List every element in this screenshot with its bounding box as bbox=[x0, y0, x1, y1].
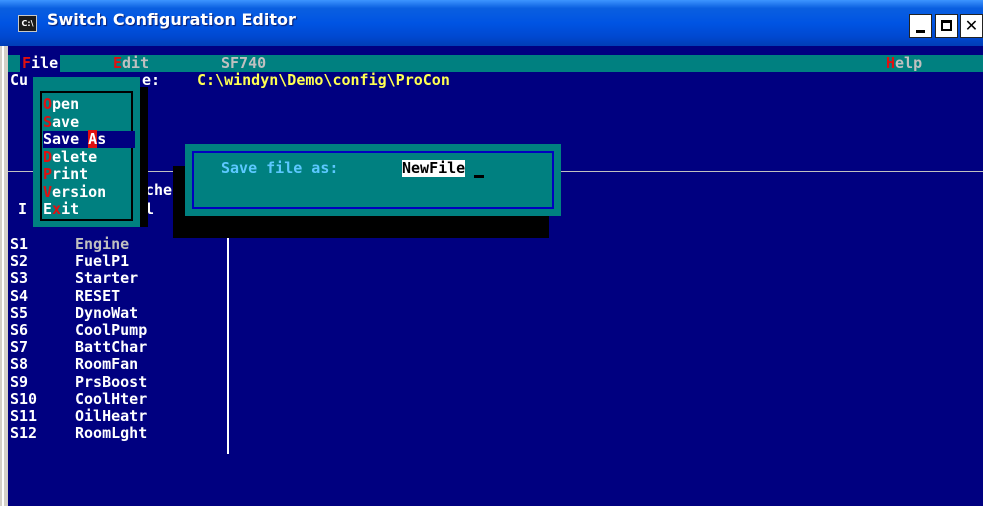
menu-file-label: ile bbox=[31, 54, 59, 72]
file-menu-item-hotkey: S bbox=[43, 112, 53, 131]
switch-id: S12 bbox=[10, 424, 38, 443]
switch-id: S4 bbox=[10, 286, 29, 305]
save-file-label: Save file as: bbox=[221, 159, 339, 177]
file-menu: Open Save Save As Delete Print Version Exit bbox=[33, 77, 140, 227]
console-screen[interactable]: File Edit SF740 Help Cu e: C:\windyn\Dem… bbox=[8, 46, 983, 506]
file-menu-item[interactable]: Save bbox=[43, 112, 135, 131]
switch-id: S9 bbox=[10, 372, 29, 391]
switch-id: S2 bbox=[10, 252, 29, 271]
console-app-icon[interactable]: C:\ bbox=[18, 15, 37, 32]
switch-name[interactable]: RoomFan bbox=[75, 356, 138, 373]
file-menu-item[interactable]: Save As bbox=[43, 130, 135, 148]
column-header-partial: che bbox=[145, 181, 173, 199]
file-menu-item-text: elete bbox=[52, 147, 98, 166]
switch-id: S11 bbox=[10, 407, 38, 425]
minimize-button[interactable] bbox=[909, 14, 932, 38]
file-menu-item-hotkey: P bbox=[43, 165, 53, 183]
switch-id: S3 bbox=[10, 269, 29, 288]
switch-name[interactable]: Starter bbox=[75, 270, 138, 287]
file-menu-item-text: Save bbox=[43, 130, 89, 148]
menu-file[interactable]: File bbox=[20, 54, 61, 72]
menu-bar: File Edit SF740 Help bbox=[8, 55, 983, 72]
file-menu-item-text: ave bbox=[52, 112, 80, 131]
switch-name[interactable]: DynoWat bbox=[75, 304, 138, 322]
file-menu-item[interactable]: Print bbox=[43, 166, 135, 183]
file-menu-item[interactable]: Exit bbox=[43, 201, 135, 218]
switch-id: S5 bbox=[10, 303, 29, 322]
switch-name[interactable]: CoolHter bbox=[75, 390, 147, 408]
switch-name[interactable]: Engine bbox=[75, 236, 129, 253]
save-as-dialog: Save file as: NewFile bbox=[185, 144, 561, 216]
file-menu-item-text: pen bbox=[52, 95, 80, 113]
switch-id: S8 bbox=[10, 355, 29, 374]
menu-file-hotkey: F bbox=[22, 54, 32, 72]
text-cursor bbox=[474, 175, 484, 178]
menu-edit[interactable]: Edit bbox=[113, 55, 149, 72]
file-menu-item-hotkey: V bbox=[43, 182, 53, 201]
switch-name[interactable]: FuelP1 bbox=[75, 253, 129, 270]
file-menu-item-text: rint bbox=[52, 165, 89, 183]
switch-name[interactable]: BattChar bbox=[75, 339, 147, 356]
maximize-button[interactable] bbox=[935, 14, 958, 38]
maximize-icon bbox=[941, 20, 952, 31]
window-title: Switch Configuration Editor bbox=[47, 10, 296, 29]
switch-name[interactable]: RoomLght bbox=[75, 425, 147, 442]
file-menu-item-hotkey: O bbox=[43, 95, 53, 113]
switch-id: S10 bbox=[10, 389, 38, 408]
switch-name[interactable]: OilHeatr bbox=[75, 408, 147, 425]
switch-name[interactable]: CoolPump bbox=[75, 322, 147, 339]
file-menu-item-hotkey: x bbox=[52, 200, 62, 218]
file-menu-item-hotkey: D bbox=[43, 147, 53, 166]
file-menu-item[interactable]: Version bbox=[43, 182, 135, 201]
file-menu-item-text: ersion bbox=[52, 182, 107, 201]
menu-model-label: SF740 bbox=[221, 54, 267, 72]
switch-name[interactable]: PrsBoost bbox=[75, 373, 147, 391]
switch-id: S6 bbox=[10, 321, 29, 339]
current-file-path: C:\windyn\Demo\config\ProCon bbox=[197, 71, 450, 89]
minimize-icon bbox=[916, 30, 925, 33]
column-header-index: I bbox=[18, 200, 28, 218]
switch-id: S1 bbox=[10, 235, 29, 253]
menu-help[interactable]: Help bbox=[886, 55, 922, 72]
switch-name[interactable]: RESET bbox=[75, 287, 120, 305]
current-file-label-start: Cu bbox=[10, 71, 29, 89]
file-menu-item-hotkey: A bbox=[88, 130, 98, 148]
close-icon: ✕ bbox=[964, 16, 979, 35]
switch-id: S7 bbox=[10, 338, 29, 357]
window-frame-highlight bbox=[2, 46, 4, 506]
file-menu-item-text: E bbox=[43, 200, 53, 218]
save-file-input[interactable]: NewFile bbox=[402, 160, 466, 177]
file-menu-item-text: it bbox=[61, 200, 80, 218]
file-menu-item-text: s bbox=[97, 130, 107, 148]
file-menu-item[interactable]: Delete bbox=[43, 147, 135, 166]
file-menu-item[interactable]: Open bbox=[43, 96, 135, 113]
close-button[interactable]: ✕ bbox=[960, 14, 983, 38]
